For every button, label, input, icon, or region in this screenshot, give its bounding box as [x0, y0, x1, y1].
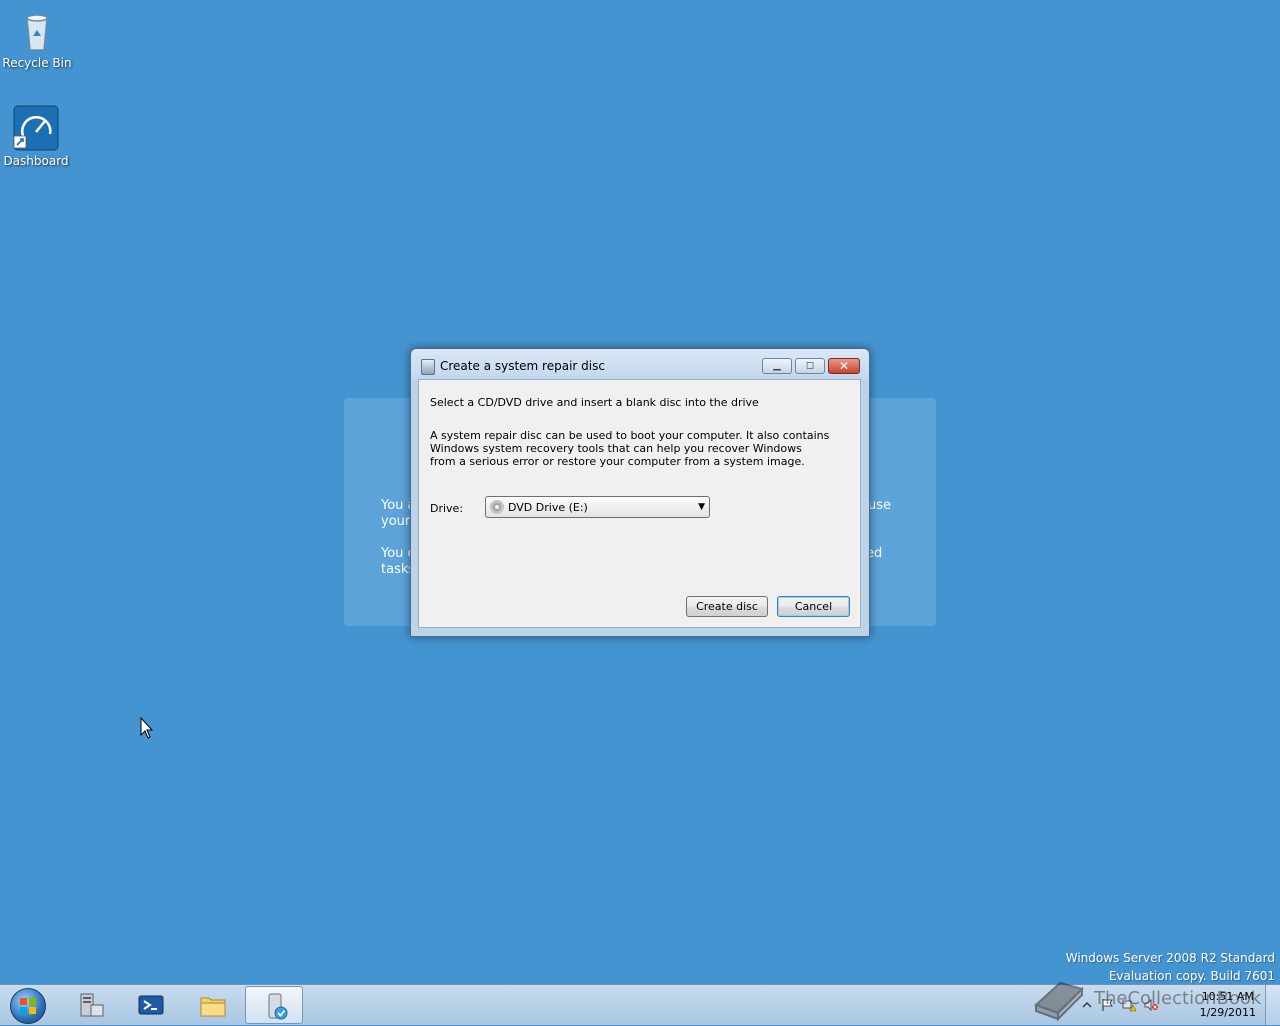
chevron-down-icon[interactable]: ▼ [698, 502, 705, 512]
start-button[interactable] [4, 987, 48, 1024]
repair-disc-icon [421, 359, 435, 375]
minimize-button[interactable]: ▁ [762, 358, 792, 374]
dialog-titlebar[interactable]: Create a system repair disc ▁ ◻ ✕ [411, 349, 869, 379]
dvd-drive-icon [490, 500, 504, 514]
book-icon [1034, 981, 1084, 1022]
taskbar-powershell[interactable] [122, 986, 180, 1024]
desktop-icon-label: Dashboard [3, 154, 69, 168]
desktop-icon-recycle-bin[interactable]: Recycle Bin [1, 6, 73, 70]
dialog-description: A system repair disc can be used to boot… [430, 429, 830, 468]
recycle-bin-icon [13, 6, 61, 54]
close-button[interactable]: ✕ [828, 358, 860, 374]
drive-select[interactable]: DVD Drive (E:) ▼ [485, 496, 710, 518]
drive-label: Drive: [430, 502, 464, 515]
drive-select-value: DVD Drive (E:) [508, 501, 588, 514]
os-edition: Windows Server 2008 R2 Standard [1065, 951, 1275, 965]
minimize-icon: ▁ [773, 360, 781, 371]
cancel-button[interactable]: Cancel [777, 596, 850, 617]
taskbar-repair-disc[interactable] [245, 986, 303, 1024]
taskbar-explorer[interactable] [184, 986, 242, 1024]
panel-text: your [381, 514, 411, 529]
windows-logo-icon [10, 988, 46, 1024]
powershell-icon [137, 991, 165, 1019]
brand-watermark: TheCollectionBook [1030, 975, 1280, 1024]
taskbar-server-manager[interactable] [62, 986, 120, 1024]
maximize-icon: ◻ [805, 360, 815, 371]
create-repair-disc-dialog: Create a system repair disc ▁ ◻ ✕ Select… [410, 348, 870, 637]
maximize-button[interactable]: ◻ [795, 358, 825, 374]
brand-watermark-text: TheCollectionBook [1094, 988, 1262, 1009]
dialog-title: Create a system repair disc [440, 359, 605, 373]
panel-text: use [868, 498, 892, 513]
desktop-icon-dashboard[interactable]: Dashboard [0, 104, 72, 168]
create-disc-button[interactable]: Create disc [686, 596, 768, 617]
backup-restore-icon [261, 992, 289, 1020]
folder-icon [199, 991, 227, 1019]
dialog-heading: Select a CD/DVD drive and insert a blank… [430, 396, 759, 409]
desktop-icon-label: Recycle Bin [2, 56, 72, 70]
server-manager-icon [77, 991, 105, 1019]
dashboard-icon [12, 104, 60, 152]
close-icon: ✕ [838, 359, 850, 373]
dialog-content: Select a CD/DVD drive and insert a blank… [418, 379, 861, 628]
